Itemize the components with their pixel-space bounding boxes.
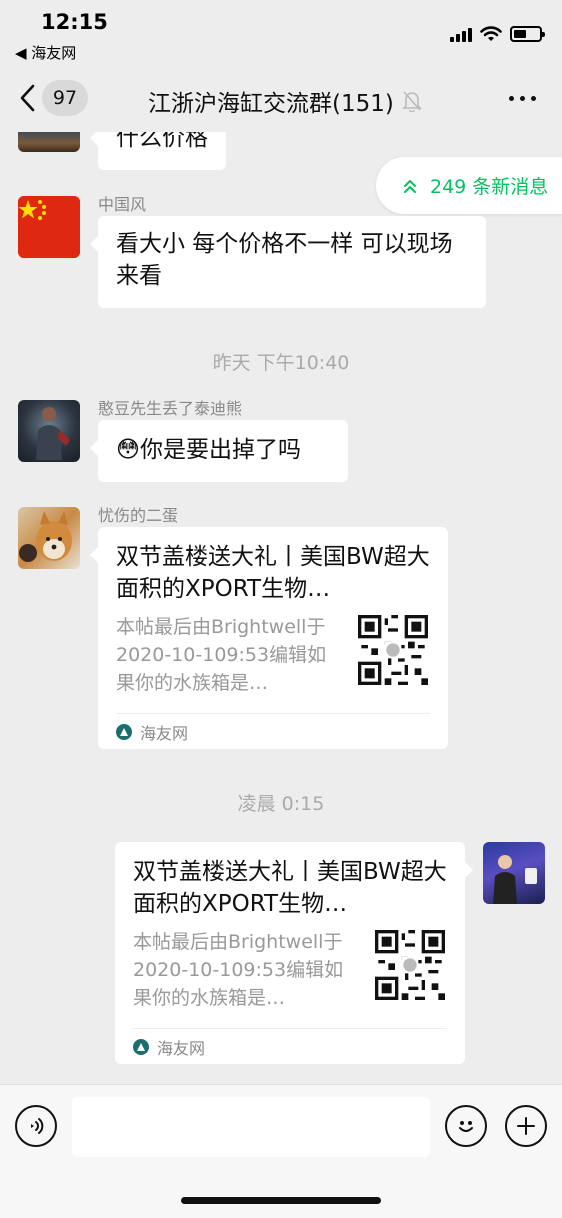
sender-name: 憨豆先生丢了泰迪熊	[98, 399, 243, 418]
timestamp: 昨天 下午10:40	[212, 352, 350, 374]
link-card[interactable]: 双节盖楼送大礼丨美国BW超大面积的XPORT生物… 本帖最后由Brightwel…	[90, 527, 448, 749]
status-bar: 12:15 ◀ 海友网	[0, 0, 562, 66]
avatar[interactable]	[18, 507, 80, 569]
qr-code-thumbnail	[375, 930, 445, 1000]
card-source: 海友网	[133, 1028, 447, 1064]
chat-header: 97 江浙沪海缸交流群(151)	[0, 66, 562, 132]
avatar[interactable]	[18, 196, 80, 258]
voice-icon	[31, 1118, 44, 1134]
china-flag-avatar	[18, 196, 80, 258]
avatar-figure	[36, 407, 70, 460]
voice-button[interactable]	[15, 1105, 57, 1147]
chat-message-list[interactable]: 什么价格 249 条新消息 中国风 看大小 每个价格不一样 可以现场来看 昨天 …	[0, 132, 562, 1084]
card-source-name: 海友网	[157, 1038, 206, 1058]
message-bubble[interactable]: 😳你是要出掉了吗	[90, 420, 348, 482]
card-title: 双节盖楼送大礼丨美国BW超大面积的XPORT生物…	[133, 859, 447, 917]
more-icon	[509, 96, 514, 101]
more-functions-button[interactable]	[505, 1105, 547, 1147]
avatar[interactable]	[18, 400, 80, 462]
unread-count-badge: 97	[42, 80, 88, 116]
qr-code-thumbnail	[358, 615, 428, 685]
card-description: 本帖最后由Brightwell于2020-10-109:53编辑如果你的水族箱是…	[116, 616, 327, 694]
sender-name: 中国风	[98, 195, 147, 214]
message-input[interactable]	[72, 1097, 430, 1157]
emoji-button[interactable]	[445, 1105, 487, 1147]
cellular-signal-icon	[450, 26, 472, 42]
chat-title-text: 江浙沪海缸交流群(151)	[148, 91, 394, 117]
message-text: 你是要出掉了吗	[139, 437, 301, 463]
back-chevron-icon	[20, 84, 35, 112]
home-indicator[interactable]	[181, 1197, 381, 1204]
message-text: 什么价格	[116, 132, 208, 151]
link-card[interactable]: 双节盖楼送大礼丨美国BW超大面积的XPORT生物… 本帖最后由Brightwel…	[115, 842, 473, 1064]
my-avatar[interactable]	[483, 842, 545, 904]
card-description: 本帖最后由Brightwell于2020-10-109:53编辑如果你的水族箱是…	[133, 931, 344, 1009]
timestamp: 凌晨 0:15	[237, 793, 325, 815]
status-time: 12:15	[41, 10, 108, 34]
back-button[interactable]: 97	[18, 80, 88, 116]
plus-icon	[517, 1117, 535, 1135]
card-source-name: 海友网	[140, 723, 189, 743]
more-button[interactable]	[509, 96, 536, 101]
message-bubble[interactable]: 看大小 每个价格不一样 可以现场来看	[90, 216, 486, 308]
avatar[interactable]	[18, 132, 80, 152]
chat-title: 江浙沪海缸交流群(151)	[148, 84, 422, 118]
wifi-icon	[480, 26, 502, 41]
sender-name: 忧伤的二蛋	[98, 506, 179, 525]
card-source: 海友网	[116, 713, 430, 749]
shiba-dog-avatar	[19, 511, 72, 562]
avatar-figure	[493, 855, 537, 904]
back-to-app-link[interactable]: ◀ 海友网	[15, 42, 76, 63]
message-bubble[interactable]: 什么价格	[90, 132, 226, 170]
message-text: 看大小 每个价格不一样 可以现场来看	[116, 231, 453, 289]
haiyou-logo-icon	[116, 723, 132, 740]
status-icons	[450, 26, 545, 42]
mute-bell-icon	[401, 91, 422, 112]
double-chevron-up-icon	[404, 179, 416, 193]
card-title: 双节盖楼送大礼丨美国BW超大面积的XPORT生物…	[116, 544, 430, 602]
new-messages-label: 249 条新消息	[430, 176, 549, 198]
new-messages-button[interactable]: 249 条新消息	[376, 157, 562, 214]
battery-icon	[510, 26, 545, 42]
emoji-icon	[459, 1121, 473, 1132]
haiyou-logo-icon	[133, 1038, 149, 1055]
flushed-face-emoji: 😳	[116, 437, 140, 463]
